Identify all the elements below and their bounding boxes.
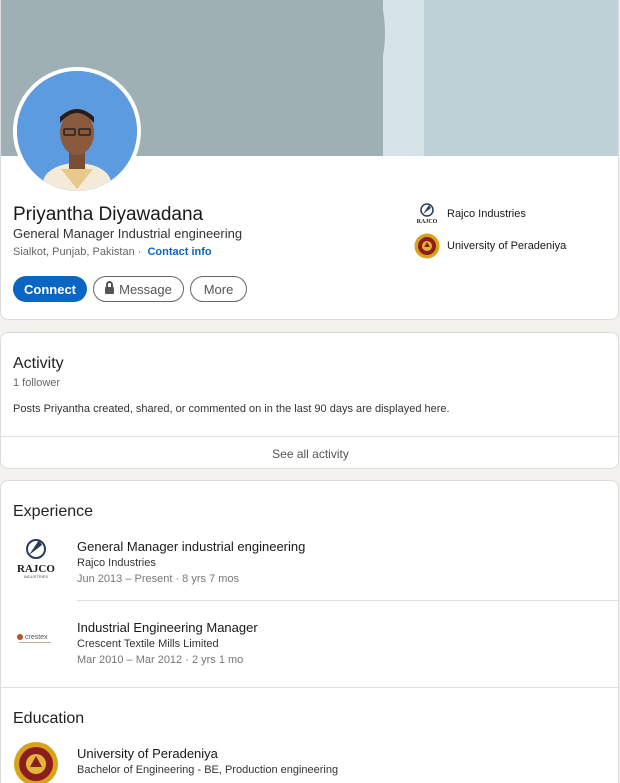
current-company-link[interactable]: RAJCO Rajco Industries: [414, 201, 526, 227]
location-text: Sialkot, Punjab, Pakistan: [13, 246, 135, 258]
activity-title: Activity: [13, 355, 64, 372]
school-name: University of Peradeniya: [447, 240, 567, 252]
experience-card: Experience RAJCO INDUSTRIES General Mana…: [0, 480, 619, 783]
see-all-activity-button[interactable]: See all activity: [1, 437, 618, 468]
separator-dot: ·: [137, 246, 142, 258]
lock-icon: [105, 281, 115, 295]
rajco-logo-icon: RAJCO: [414, 201, 440, 227]
more-button[interactable]: More: [190, 276, 247, 302]
education-title: Education: [13, 710, 85, 727]
profile-card: Priyantha Diyawadana General Manager Ind…: [0, 0, 619, 320]
experience-item-title[interactable]: Industrial Engineering Manager: [77, 620, 258, 635]
connect-button[interactable]: Connect: [13, 276, 87, 302]
svg-text:INDUSTRIES: INDUSTRIES: [24, 574, 49, 579]
company-name: Rajco Industries: [447, 208, 526, 220]
experience-item-company: Crescent Textile Mills Limited: [77, 638, 219, 650]
avatar[interactable]: [13, 67, 141, 195]
experience-item-dates: Jun 2013 – Present · 8 yrs 7 mos: [77, 573, 240, 585]
divider: [1, 687, 618, 688]
location-row: Sialkot, Punjab, Pakistan · Contact info: [13, 246, 212, 258]
divider: [77, 600, 618, 601]
profile-name: Priyantha Diyawadana: [13, 204, 204, 225]
activity-card: Activity 1 follower Posts Priyantha crea…: [0, 332, 619, 469]
education-school-link[interactable]: University of Peradeniya: [414, 233, 566, 259]
peradeniya-crest-icon[interactable]: [13, 741, 59, 783]
crestex-logo-icon[interactable]: crestex: [13, 617, 59, 663]
follower-count[interactable]: 1 follower: [13, 377, 60, 389]
profile-headline: General Manager Industrial engineering: [13, 226, 243, 241]
activity-description: Posts Priyantha created, shared, or comm…: [13, 403, 450, 415]
message-label: Message: [119, 281, 172, 297]
experience-item-title[interactable]: General Manager industrial engineering: [77, 539, 305, 554]
svg-text:crestex: crestex: [25, 634, 48, 641]
education-item-school[interactable]: University of Peradeniya: [77, 746, 218, 761]
message-button[interactable]: Message: [93, 276, 184, 302]
svg-text:RAJCO: RAJCO: [417, 219, 438, 225]
peradeniya-crest-icon: [414, 233, 440, 259]
rajco-logo-icon[interactable]: RAJCO INDUSTRIES: [13, 535, 59, 581]
education-item-degree: Bachelor of Engineering - BE, Production…: [77, 764, 339, 776]
experience-item-company: Rajco Industries: [77, 557, 156, 569]
experience-item-dates: Mar 2010 – Mar 2012 · 2 yrs 1 mo: [77, 654, 244, 666]
experience-title: Experience: [13, 503, 94, 520]
contact-info-link[interactable]: Contact info: [147, 246, 211, 258]
